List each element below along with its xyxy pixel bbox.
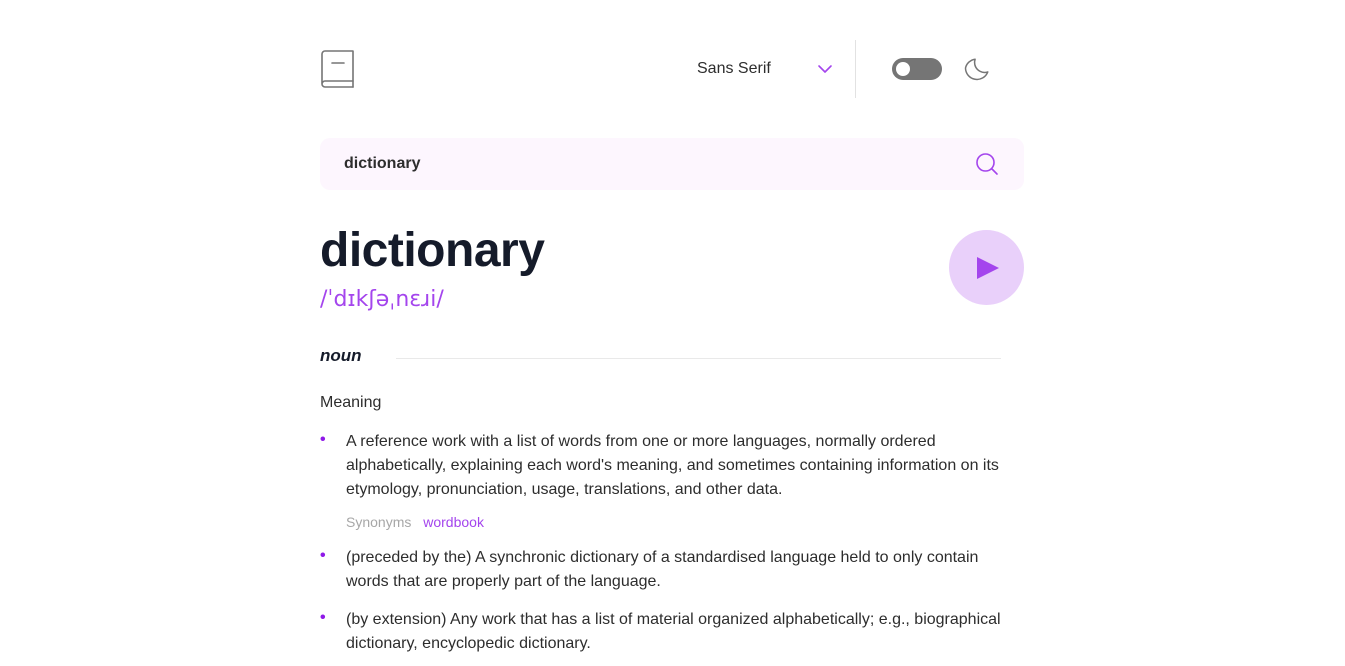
toggle-knob	[896, 62, 910, 76]
synonyms-label: Synonyms	[346, 514, 412, 530]
synonyms-row: Synonyms wordbook	[346, 512, 1010, 532]
definition-text: (by extension) Any work that has a list …	[346, 611, 1001, 652]
word-title: dictionary	[320, 224, 545, 277]
chevron-down-icon[interactable]	[817, 61, 833, 77]
header-divider	[855, 40, 856, 98]
theme-toggle[interactable]	[892, 58, 942, 80]
search-input[interactable]	[344, 138, 944, 190]
word-phonetic: /ˈdɪkʃəˌnɛɹi/	[320, 287, 444, 312]
play-audio-button[interactable]	[949, 230, 1024, 305]
dictionary-app: Sans Serif dictionary /ˈdɪkʃəˌnɛɹi/	[320, 0, 1024, 652]
synonym-link[interactable]: wordbook	[423, 514, 484, 530]
meaning-heading: Meaning	[320, 394, 382, 411]
bullet-icon: •	[320, 547, 326, 564]
definition-item: • A reference work with a list of words …	[320, 430, 1010, 532]
moon-icon	[964, 55, 990, 81]
part-of-speech: noun	[320, 346, 362, 365]
definition-text: (preceded by the) A synchronic dictionar…	[346, 549, 979, 590]
bullet-icon: •	[320, 609, 326, 626]
play-icon	[977, 257, 999, 279]
bullet-icon: •	[320, 431, 326, 448]
definition-list: • A reference work with a list of words …	[320, 430, 1010, 666]
search-icon[interactable]	[975, 152, 999, 176]
book-icon[interactable]	[320, 50, 356, 90]
font-select-value: Sans Serif	[697, 60, 771, 77]
search-bar	[320, 138, 1024, 190]
section-divider	[396, 358, 1001, 359]
definition-item: • (by extension) Any work that has a lis…	[320, 608, 1010, 656]
font-select[interactable]: Sans Serif	[697, 56, 832, 82]
definition-item: • (preceded by the) A synchronic diction…	[320, 546, 1010, 594]
definition-text: A reference work with a list of words fr…	[346, 433, 999, 498]
